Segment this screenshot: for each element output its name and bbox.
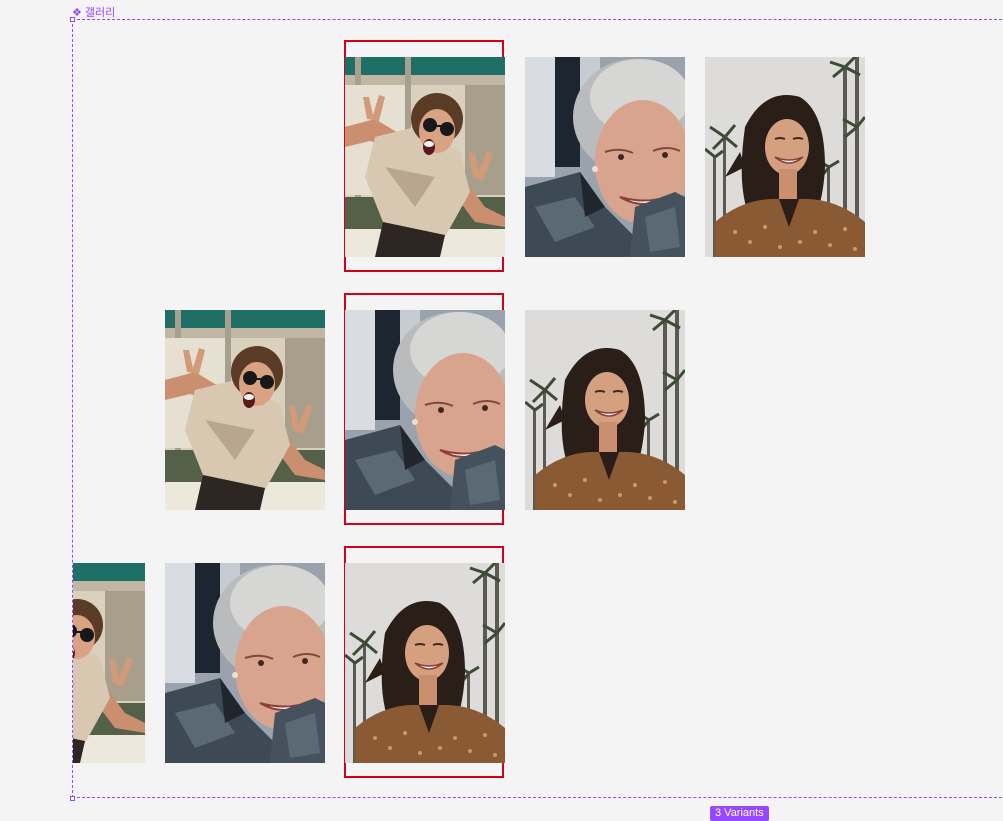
woman-palm-trees-photo[interactable] bbox=[345, 563, 505, 763]
young-woman-sunglasses-photo[interactable] bbox=[345, 57, 505, 257]
resize-handle-top-left[interactable] bbox=[70, 17, 75, 22]
elderly-woman-smiling-photo[interactable] bbox=[345, 310, 505, 510]
elderly-woman-smiling-photo[interactable] bbox=[525, 57, 685, 257]
component-icon: ❖ bbox=[72, 5, 82, 19]
woman-palm-trees-photo[interactable] bbox=[525, 310, 685, 510]
resize-handle-bottom-left[interactable] bbox=[70, 796, 75, 801]
young-woman-sunglasses-photo[interactable] bbox=[72, 563, 145, 763]
woman-palm-trees-photo[interactable] bbox=[705, 57, 865, 257]
component-name: 갤러리 bbox=[84, 6, 116, 19]
component-set-label[interactable]: ❖ 갤러리 bbox=[72, 4, 115, 20]
young-woman-sunglasses-photo[interactable] bbox=[165, 310, 325, 510]
variants-badge[interactable]: 3 Variants bbox=[710, 806, 769, 821]
elderly-woman-smiling-photo[interactable] bbox=[165, 563, 325, 763]
component-set-frame[interactable] bbox=[72, 19, 1003, 798]
